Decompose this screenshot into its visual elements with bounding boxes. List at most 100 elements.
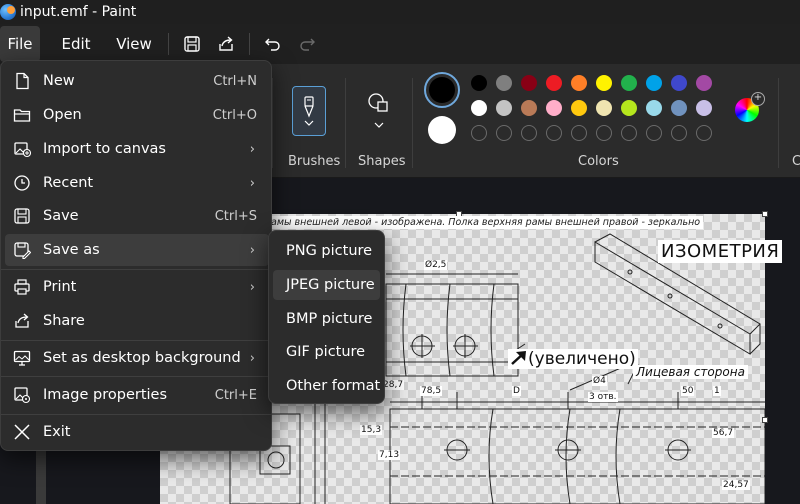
menu-item-new[interactable]: New Ctrl+N xyxy=(5,65,269,97)
ribbon-separator xyxy=(272,78,273,168)
drawing-caption: амы внешней левой - изображена. Полка ве… xyxy=(268,216,704,229)
file-menu-button[interactable]: File xyxy=(0,26,40,62)
color-swatch[interactable] xyxy=(496,100,512,116)
color-swatch[interactable] xyxy=(546,100,562,116)
save-as-gif[interactable]: GIF picture xyxy=(273,337,380,367)
edit-menu-button[interactable]: Edit xyxy=(46,26,106,62)
color-swatch[interactable] xyxy=(671,75,687,91)
custom-color-slot[interactable] xyxy=(546,125,562,141)
submenu-item-label: BMP picture xyxy=(286,311,373,327)
ribbon-separator xyxy=(412,78,413,168)
save-as-jpeg[interactable]: JPEG picture xyxy=(273,270,380,300)
diagonal-arrow-icon xyxy=(511,351,526,365)
color-swatch[interactable] xyxy=(621,100,637,116)
custom-color-slot[interactable] xyxy=(671,125,687,141)
color-swatch[interactable] xyxy=(496,75,512,91)
dimension-label: 50 xyxy=(681,386,695,396)
chevron-right-icon: › xyxy=(249,175,255,191)
clock-icon xyxy=(14,175,30,191)
undo-icon[interactable] xyxy=(256,27,290,61)
menu-item-shortcut: Ctrl+O xyxy=(212,107,257,123)
secondary-color-swatch[interactable] xyxy=(428,116,456,144)
image-properties-icon xyxy=(14,387,31,404)
dimension-label: 78,5 xyxy=(420,386,443,396)
dimension-label: 7,13 xyxy=(378,450,401,460)
dimension-label: 24,57 xyxy=(722,480,750,490)
menu-item-exit[interactable]: Exit xyxy=(5,416,269,448)
custom-color-slot[interactable] xyxy=(621,125,637,141)
color-swatch[interactable] xyxy=(646,100,662,116)
color-swatch[interactable] xyxy=(571,100,587,116)
color-swatch[interactable] xyxy=(521,75,537,91)
resize-handle[interactable] xyxy=(762,417,768,423)
custom-color-slot[interactable] xyxy=(646,125,662,141)
colors-label: Colors xyxy=(578,154,619,169)
save-as-icon xyxy=(14,242,31,259)
primary-color-swatch[interactable] xyxy=(424,72,460,108)
close-icon xyxy=(14,424,30,440)
menu-item-label: Image properties xyxy=(43,387,168,403)
resize-handle[interactable] xyxy=(762,211,768,217)
brushes-button[interactable] xyxy=(292,86,326,136)
shapes-icon xyxy=(368,93,388,128)
color-swatch[interactable] xyxy=(596,75,612,91)
paint-window: input.emf - Paint File Edit View Brushes xyxy=(0,0,800,504)
custom-color-slot[interactable] xyxy=(471,125,487,141)
color-swatch[interactable] xyxy=(696,75,712,91)
redo-icon[interactable] xyxy=(290,27,324,61)
menu-item-share[interactable]: Share xyxy=(5,305,269,337)
custom-color-slot[interactable] xyxy=(496,125,512,141)
save-as-bmp[interactable]: BMP picture xyxy=(273,304,380,334)
menu-item-open[interactable]: Open Ctrl+O xyxy=(5,99,269,131)
printer-icon xyxy=(14,279,30,295)
shapes-label: Shapes xyxy=(358,154,406,169)
share-icon xyxy=(15,313,29,328)
shapes-button[interactable] xyxy=(366,92,392,132)
view-menu-button[interactable]: View xyxy=(106,26,162,62)
custom-color-slot[interactable] xyxy=(521,125,537,141)
menu-item-label: Recent xyxy=(43,175,94,191)
menu-item-save[interactable]: Save Ctrl+S xyxy=(5,200,269,232)
custom-color-slot[interactable] xyxy=(696,125,712,141)
color-palette xyxy=(471,75,712,141)
menu-item-label: Set as desktop background xyxy=(43,350,241,366)
enlarged-label: (увеличено) xyxy=(508,349,638,369)
menu-item-set-desktop-background[interactable]: Set as desktop background › xyxy=(5,342,269,374)
title-bar: input.emf - Paint xyxy=(0,0,800,24)
menu-separator xyxy=(168,33,169,55)
color-swatch[interactable] xyxy=(671,100,687,116)
menu-item-print[interactable]: Print › xyxy=(5,271,269,303)
custom-color-slot[interactable] xyxy=(596,125,612,141)
menu-item-label: Print xyxy=(43,279,77,295)
menu-item-shortcut: Ctrl+E xyxy=(214,387,257,403)
menu-item-import-to-canvas[interactable]: Import to canvas › xyxy=(5,133,269,165)
ribbon-separator xyxy=(345,78,346,168)
window-title: input.emf - Paint xyxy=(20,4,137,20)
enlarged-text: (увеличено) xyxy=(528,349,636,369)
save-as-other-format[interactable]: Other format xyxy=(273,371,380,401)
menu-item-label: Exit xyxy=(43,424,71,440)
save-icon[interactable] xyxy=(175,27,209,61)
menu-item-recent[interactable]: Recent › xyxy=(5,167,269,199)
color-swatch[interactable] xyxy=(696,100,712,116)
paint-app-icon xyxy=(0,4,16,20)
dimension-label: 3 отв. xyxy=(588,392,618,402)
share-icon[interactable] xyxy=(209,27,243,61)
color-swatch[interactable] xyxy=(621,75,637,91)
color-swatch[interactable] xyxy=(471,75,487,91)
color-swatch[interactable] xyxy=(596,100,612,116)
color-swatch[interactable] xyxy=(521,100,537,116)
color-swatch[interactable] xyxy=(471,100,487,116)
color-swatch[interactable] xyxy=(646,75,662,91)
folder-icon xyxy=(13,109,31,122)
color-swatch[interactable] xyxy=(546,75,562,91)
menu-item-image-properties[interactable]: Image properties Ctrl+E xyxy=(5,379,269,411)
save-as-png[interactable]: PNG picture xyxy=(273,236,380,266)
custom-color-slot[interactable] xyxy=(571,125,587,141)
color-swatch[interactable] xyxy=(571,75,587,91)
dimension-label: D xyxy=(512,386,521,396)
edit-colors-icon[interactable] xyxy=(735,92,765,122)
menu-item-save-as[interactable]: Save as › xyxy=(5,234,269,266)
menu-divider xyxy=(1,340,271,341)
submenu-item-label: Other format xyxy=(286,378,381,394)
